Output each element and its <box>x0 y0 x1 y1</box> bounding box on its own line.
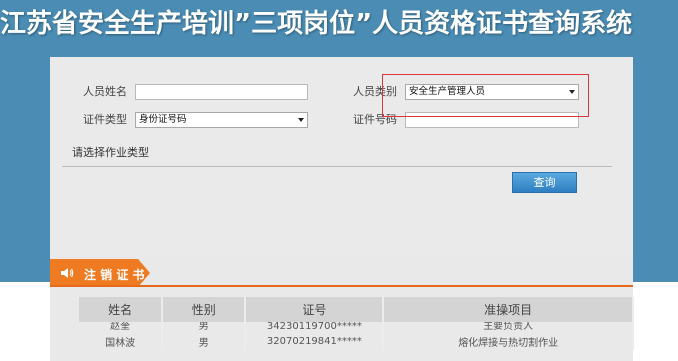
name-label: 人员姓名 <box>83 85 127 98</box>
divider <box>62 166 612 167</box>
work-type-heading: 请选择作业类型 <box>72 146 149 159</box>
header-name: 姓名 <box>79 297 164 322</box>
id-type-select[interactable]: 身份证号码 <box>135 112 308 128</box>
header-cert-number: 证号 <box>245 297 385 322</box>
chevron-down-icon <box>298 118 304 122</box>
search-panel: 人员姓名 人员类别 安全生产管理人员 证件类型 身份证号码 证件号码 请选择作业… <box>50 57 634 361</box>
search-form: 人员姓名 人员类别 安全生产管理人员 证件类型 身份证号码 证件号码 请选择作业… <box>50 57 633 257</box>
cancel-certificate-tab[interactable]: 注 销 证 书 <box>50 259 150 287</box>
name-input[interactable] <box>135 84 308 100</box>
id-type-label: 证件类型 <box>83 113 127 126</box>
cell-cert-number: 32070219841***** <box>245 332 385 350</box>
speaker-icon <box>61 268 74 278</box>
header-gender: 性别 <box>162 297 247 322</box>
cell-gender: 男 <box>162 322 247 332</box>
cell-operation-item: 主要负责人 <box>383 322 634 332</box>
header-operation-item: 准操项目 <box>383 297 634 322</box>
cell-cert-number: 34230119700***** <box>245 322 385 332</box>
tab-strip <box>50 285 633 287</box>
cell-gender: 男 <box>162 332 247 350</box>
query-button[interactable]: 查询 <box>512 172 577 193</box>
certificate-table: 姓名 性别 证号 准操项目 赵奎 男 34230119700***** 主要负责… <box>79 297 634 350</box>
cell-name: 国林波 <box>79 332 164 350</box>
site-title: 江苏省安全生产培训”三项岗位”人员资格证书查询系统 <box>0 9 633 39</box>
cancel-tab-label: 注 销 证 书 <box>84 268 145 282</box>
table-row[interactable]: 赵奎 男 34230119700***** 主要负责人 <box>79 322 634 332</box>
id-type-selected: 身份证号码 <box>139 114 187 125</box>
cell-name: 赵奎 <box>79 322 164 332</box>
table-row[interactable]: 国林波 男 32070219841***** 熔化焊接与热切割作业 <box>79 332 634 350</box>
highlight-box <box>382 74 589 117</box>
cell-operation-item: 熔化焊接与热切割作业 <box>383 332 634 350</box>
